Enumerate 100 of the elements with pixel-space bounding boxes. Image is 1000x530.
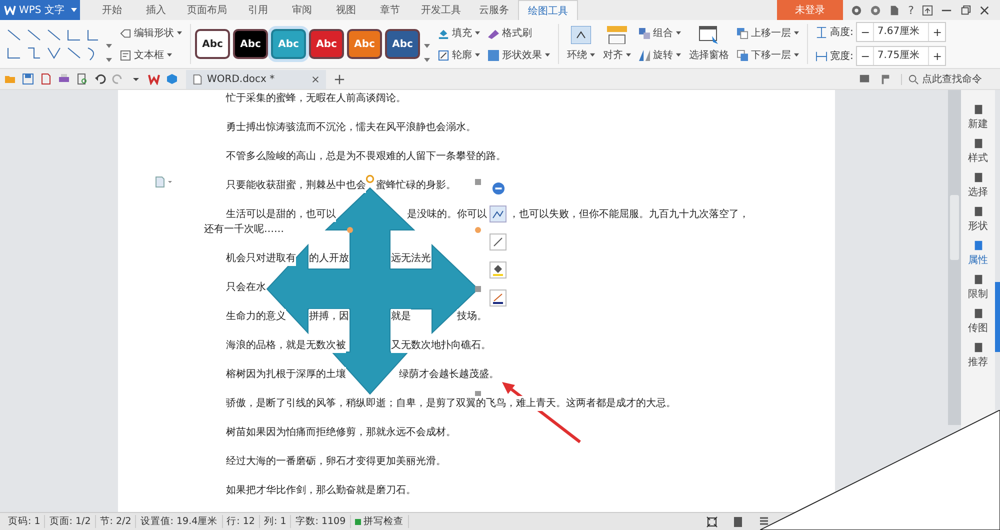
resize-handle[interactable]	[475, 179, 481, 185]
menu-tab[interactable]: 章节	[368, 0, 412, 20]
adjust-handle[interactable]	[347, 227, 353, 233]
rotate-handle[interactable]	[366, 174, 374, 184]
page-view-icon[interactable]	[732, 516, 744, 528]
help-button[interactable]: ?	[908, 4, 914, 16]
caret-icon	[794, 53, 799, 57]
size-label: 高度:	[830, 26, 854, 39]
paragraph-text: 海浪的品格，就是无数次被	[226, 338, 346, 353]
rotate-button[interactable]: 旋转	[639, 48, 681, 62]
brush-icon	[488, 28, 499, 38]
outline-view-icon[interactable]	[758, 516, 770, 528]
close-tab-icon[interactable]	[311, 74, 320, 84]
format-painter-button[interactable]: 格式刷	[488, 26, 550, 40]
pen-square-icon	[438, 50, 449, 60]
align-button[interactable]: 对齐	[599, 26, 635, 62]
caret-icon	[626, 53, 631, 58]
print-icon[interactable]	[58, 73, 70, 85]
collapse-icon[interactable]	[492, 182, 504, 195]
caret-icon	[167, 53, 172, 57]
menu-tab[interactable]: 插入	[134, 0, 178, 20]
maximize-icon[interactable]	[960, 4, 971, 16]
restore-ribbon-icon[interactable]	[922, 4, 933, 16]
side-panel-item[interactable]: 选择	[968, 172, 988, 199]
document-menu-icon[interactable]	[889, 4, 900, 16]
shape-style-swatch[interactable]: Abc	[233, 29, 268, 59]
resize-handle[interactable]	[475, 286, 481, 292]
layers-icon	[737, 50, 748, 60]
status-text: 页面: 1/2	[45, 515, 96, 528]
shape-outline-icon	[120, 28, 131, 38]
outline-button[interactable]: 轮廓	[438, 48, 480, 62]
wrap-text-icon	[571, 26, 591, 44]
shape-style-swatch[interactable]: Abc	[309, 29, 344, 59]
selection-pane-button[interactable]: 选择窗格	[685, 26, 733, 62]
w-logo-icon	[4, 5, 16, 15]
w-logo-icon[interactable]	[148, 73, 160, 85]
side-panel-item[interactable]: 传图	[968, 308, 988, 335]
caret-icon	[590, 53, 595, 58]
menu-tab[interactable]: 开发工具	[412, 0, 470, 20]
side-panel-item[interactable]: 推荐	[968, 342, 988, 369]
adjust-handle[interactable]	[475, 227, 481, 233]
cube-icon[interactable]	[166, 73, 178, 85]
document-tab[interactable]: WORD.docx *	[186, 70, 326, 88]
layers-icon	[737, 28, 748, 38]
caret-icon	[475, 31, 480, 35]
spell-check-status[interactable]: 拼写检查	[350, 515, 409, 528]
shape-effects-button[interactable]: 形状效果	[488, 48, 550, 62]
undo-icon[interactable]	[94, 73, 106, 85]
side-panel-item[interactable]: 限制	[968, 274, 988, 301]
wrap-button[interactable]: 环绕	[563, 26, 599, 62]
side-panel-item[interactable]: 新建	[968, 104, 988, 131]
fill-button[interactable]: 填充	[438, 26, 480, 40]
document-icon	[192, 74, 203, 84]
status-text: 设置值: 19.4厘米	[136, 515, 223, 528]
menu-tab[interactable]: 绘图工具	[518, 0, 578, 20]
size-spin-field[interactable]: − 7.75厘米 +	[856, 46, 946, 66]
send-backward-button[interactable]: 下移一层	[737, 48, 799, 62]
edit-shape-icon[interactable]	[489, 233, 507, 251]
fill-bucket-icon[interactable]	[489, 261, 507, 279]
fit-page-icon[interactable]	[706, 516, 718, 528]
shape-style-swatch[interactable]: Abc	[385, 29, 420, 59]
group-squares-icon	[639, 28, 650, 38]
align-icon	[607, 26, 627, 44]
menu-tab[interactable]: 云服务	[470, 0, 518, 20]
menu-tab[interactable]: 页面布局	[178, 0, 236, 20]
size-spin-field[interactable]: − 7.67厘米 +	[856, 22, 946, 42]
save-icon[interactable]	[22, 73, 34, 85]
side-panel-item[interactable]: 形状	[968, 206, 988, 233]
caret-icon	[794, 31, 799, 35]
paragraph-menu-icon[interactable]	[154, 176, 174, 188]
app-menu-button[interactable]: WPS 文字	[0, 0, 80, 20]
menu-tab[interactable]: 视图	[324, 0, 368, 20]
text-box-button[interactable]: 文本框	[120, 48, 182, 62]
side-panel-item[interactable]: 属性	[968, 240, 988, 267]
command-search-field[interactable]: 点此查找命令	[901, 74, 994, 84]
flag-icon[interactable]	[880, 74, 891, 84]
layout-options-icon[interactable]	[489, 205, 507, 223]
scrollbar[interactable]	[948, 90, 961, 425]
side-panel-item[interactable]: 样式	[968, 138, 988, 165]
bring-forward-button[interactable]: 上移一层	[737, 26, 799, 40]
export-pdf-icon[interactable]	[40, 73, 52, 85]
menu-tab[interactable]: 开始	[90, 0, 134, 20]
print-preview-icon[interactable]	[76, 73, 88, 85]
flip-triangles-icon	[639, 50, 650, 60]
shadow-box-icon	[488, 50, 499, 60]
edit-shape-button[interactable]: 编辑形状	[120, 26, 182, 40]
settings-icon[interactable]	[870, 4, 882, 16]
caret-icon	[545, 53, 550, 57]
close-icon[interactable]	[979, 4, 990, 16]
menu-tab[interactable]: 审阅	[280, 0, 324, 20]
shape-style-swatch[interactable]: Abc	[195, 29, 230, 59]
status-text: 页码: 1	[4, 515, 46, 528]
menu-tab[interactable]: 引用	[236, 0, 280, 20]
paragraph-text: 生命力的意义	[226, 309, 286, 324]
group-button[interactable]: 组合	[639, 26, 681, 40]
caret-icon	[475, 53, 480, 57]
search-icon	[908, 74, 919, 84]
new-tab-icon[interactable]	[334, 74, 345, 84]
caret-icon	[71, 8, 78, 12]
outline-pen-icon[interactable]	[489, 289, 507, 307]
